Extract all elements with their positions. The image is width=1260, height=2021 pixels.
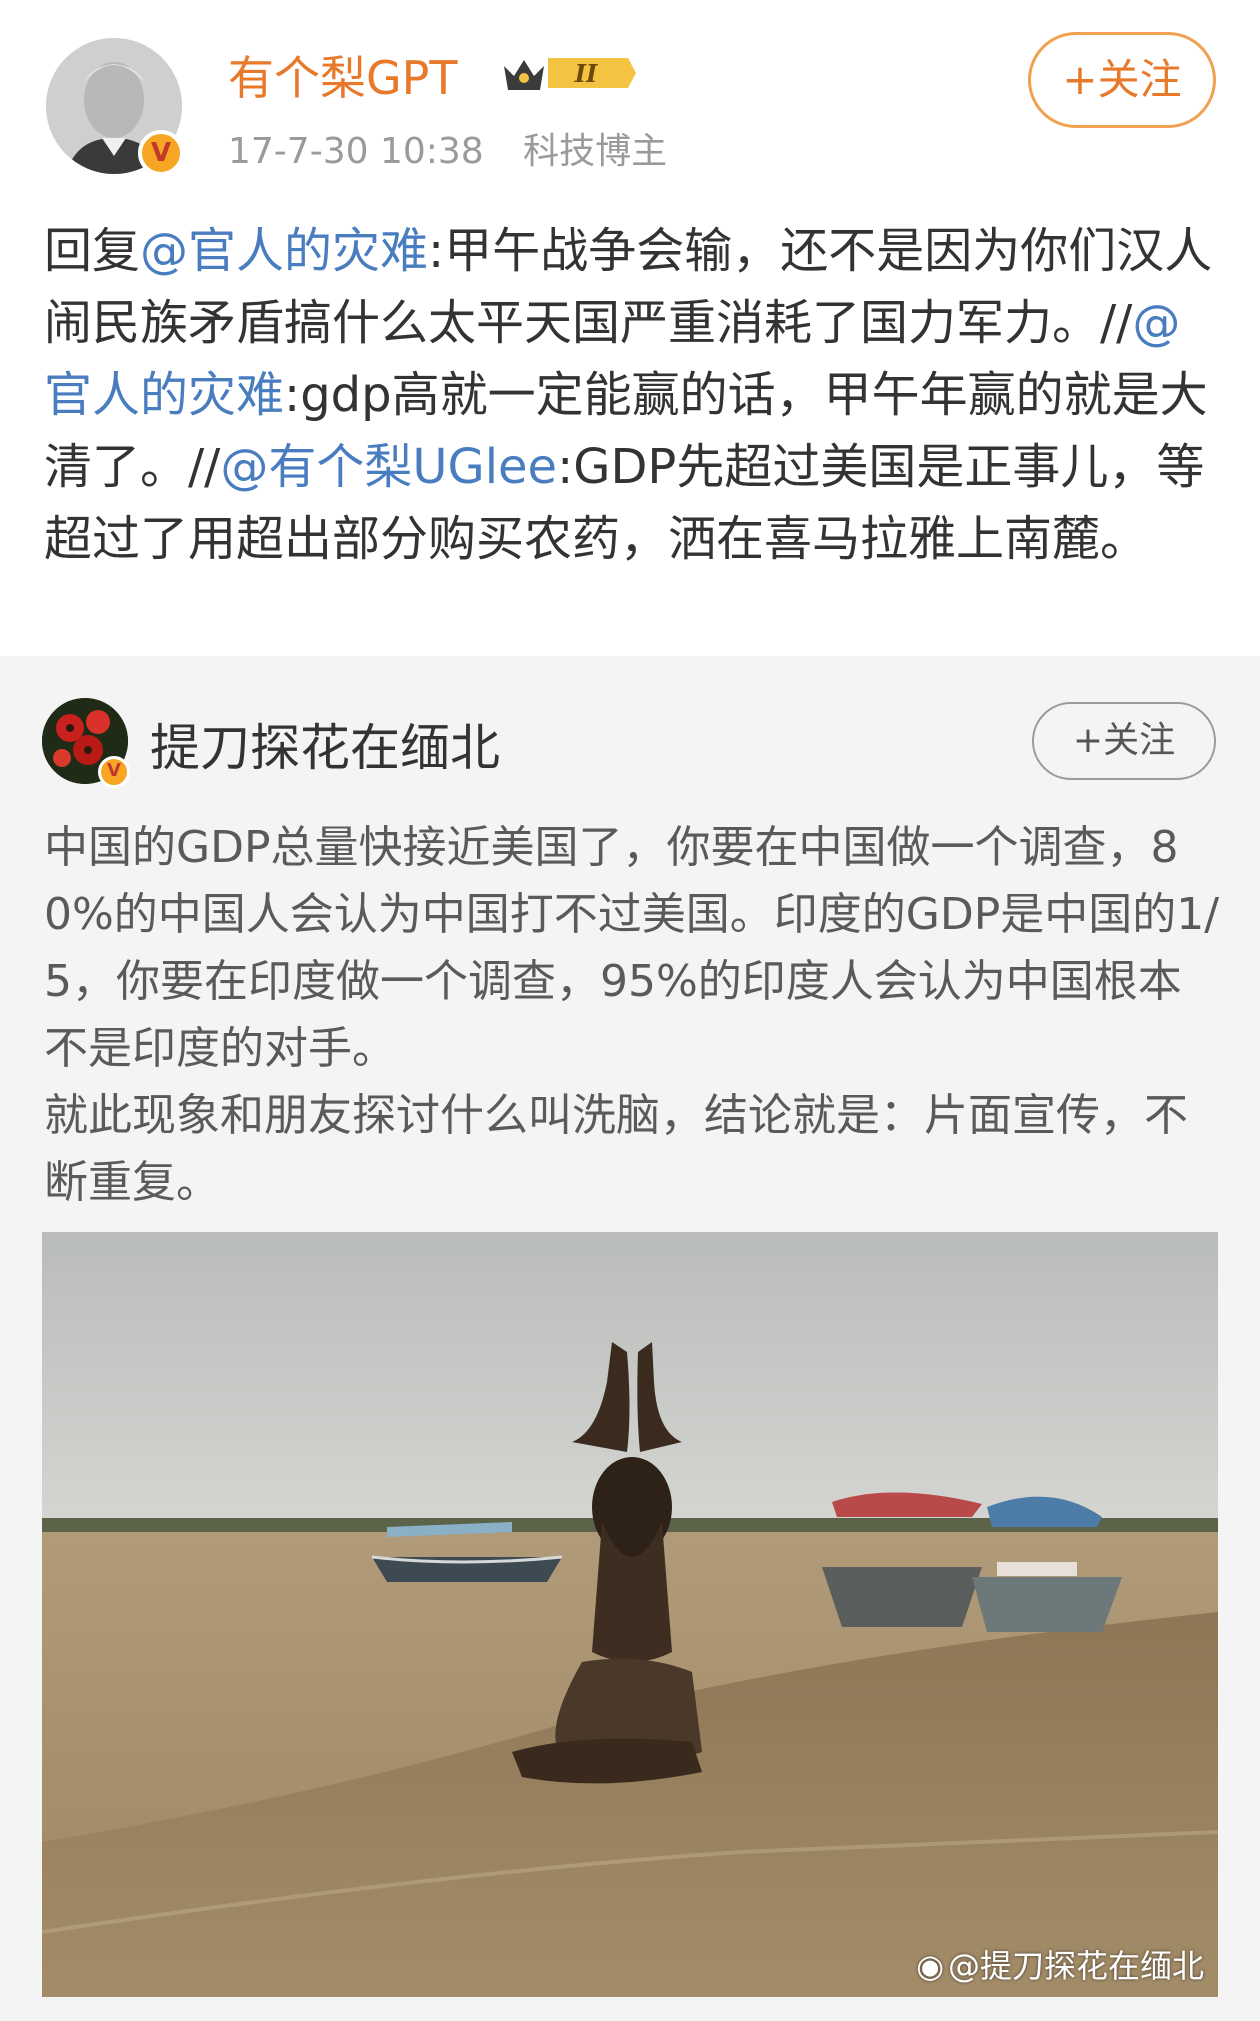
watermark-text: @提刀探花在缅北 bbox=[947, 1947, 1204, 1985]
post-time: 17-7-30 10:38 bbox=[228, 131, 484, 172]
post-text: 回复@官人的灾难:甲午战争会输，还不是因为你们汉人闹民族矛盾搞什么太平天国严重消… bbox=[44, 215, 1224, 575]
post-text-segment: 回复 bbox=[44, 223, 141, 279]
repost-text: 中国的GDP总量快接近美国了，你要在中国做一个调查，80%的中国人会认为中国打不… bbox=[44, 814, 1224, 1216]
repost-text-paragraph: 就此现象和朋友探讨什么叫洗脑，结论就是：片面宣传，不断重复。 bbox=[44, 1090, 1188, 1208]
weibo-logo-icon: ◉ bbox=[916, 1947, 944, 1985]
verified-badge-icon: V bbox=[98, 756, 130, 788]
post-header: V 有个梨GPT II 17-7-30 10:38 科技博主 +关注 bbox=[0, 0, 1260, 200]
member-level-text: II bbox=[574, 59, 598, 88]
verified-badge-icon: V bbox=[138, 130, 184, 176]
river-photo bbox=[42, 1232, 1218, 1997]
user-mention-link[interactable]: @有个梨UGlee bbox=[220, 439, 557, 495]
username[interactable]: 有个梨GPT bbox=[228, 42, 457, 108]
image-watermark: ◉ @提刀探花在缅北 bbox=[916, 1941, 1204, 1987]
post-image[interactable]: ◉ @提刀探花在缅北 bbox=[42, 1232, 1218, 1997]
member-crown-icon: II bbox=[504, 58, 636, 90]
repost-username[interactable]: 提刀探花在缅北 bbox=[150, 708, 500, 780]
post-meta: 17-7-30 10:38 科技博主 bbox=[228, 122, 695, 174]
repost-text-paragraph: 中国的GDP总量快接近美国了，你要在中国做一个调查，80%的中国人会认为中国打不… bbox=[44, 822, 1220, 1074]
user-mention-link[interactable]: @官人的灾难 bbox=[140, 223, 428, 279]
follow-button[interactable]: +关注 bbox=[1028, 32, 1216, 128]
author-tag: 科技博主 bbox=[523, 131, 668, 172]
repost-follow-button[interactable]: +关注 bbox=[1032, 702, 1216, 780]
reposted-card[interactable]: V 提刀探花在缅北 +关注 中国的GDP总量快接近美国了，你要在中国做一个调查，… bbox=[0, 656, 1260, 2021]
